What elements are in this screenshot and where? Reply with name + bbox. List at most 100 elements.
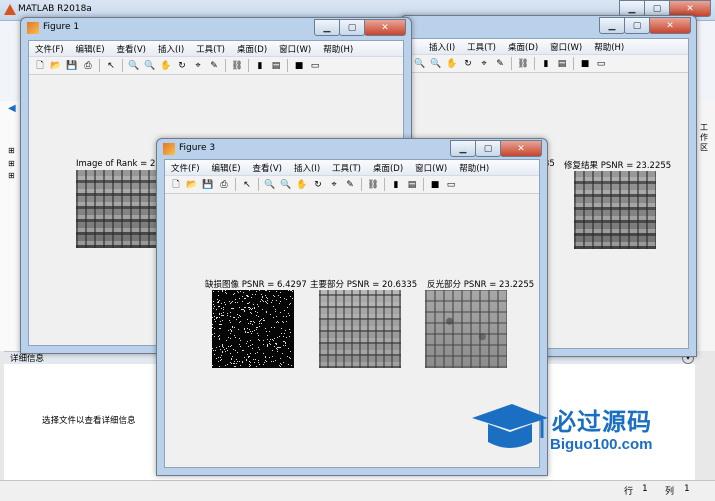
noise-pixel xyxy=(213,301,214,302)
close-icon[interactable]: ✕ xyxy=(364,19,406,36)
noise-pixel xyxy=(252,308,253,309)
colorbar-icon[interactable]: ▮ xyxy=(390,179,402,191)
new-file-icon[interactable]: 🗋 xyxy=(170,179,182,191)
noise-pixel xyxy=(258,335,259,336)
link-icon[interactable]: ⛓ xyxy=(231,60,243,72)
print-icon[interactable]: ⎙ xyxy=(82,60,94,72)
figure1-window-controls: ▁ ▢ ✕ xyxy=(314,19,406,36)
menu-item-file[interactable]: 文件(F) xyxy=(171,162,200,174)
rotate-icon[interactable]: ↻ xyxy=(312,179,324,191)
noise-pixel xyxy=(231,331,232,332)
noise-pixel xyxy=(270,339,271,340)
pan-icon[interactable]: ✋ xyxy=(296,179,308,191)
menu-item-desktop[interactable]: 桌面(D) xyxy=(508,41,538,53)
menu-item-tools[interactable]: 工具(T) xyxy=(196,43,225,55)
maximize-icon[interactable]: ▢ xyxy=(339,19,365,36)
menu-item-help[interactable]: 帮助(H) xyxy=(323,43,353,55)
maximize-icon[interactable]: ▢ xyxy=(475,140,501,157)
legend-icon[interactable]: ▤ xyxy=(556,58,568,70)
noise-pixel xyxy=(252,331,253,332)
dock-icon[interactable]: ▭ xyxy=(595,58,607,70)
back-arrow-icon[interactable]: ◀ xyxy=(8,103,16,114)
close-icon[interactable]: ✕ xyxy=(649,17,691,34)
menu-item-insert[interactable]: 插入(I) xyxy=(294,162,320,174)
link-icon[interactable]: ⛓ xyxy=(517,58,529,70)
save-icon[interactable]: 💾 xyxy=(202,179,214,191)
colorbar-icon[interactable]: ▮ xyxy=(540,58,552,70)
save-icon[interactable]: 💾 xyxy=(66,60,78,72)
noise-pixel xyxy=(243,350,244,351)
menu-item-help[interactable]: 帮助(H) xyxy=(459,162,489,174)
tree-expand-icon[interactable]: ⊞ xyxy=(8,171,15,180)
zoom-in-icon[interactable]: 🔍 xyxy=(128,60,140,72)
noise-pixel xyxy=(254,308,255,309)
menu-item-desktop[interactable]: 桌面(D) xyxy=(237,43,267,55)
menu-item-tools[interactable]: 工具(T) xyxy=(467,41,496,53)
pan-icon[interactable]: ✋ xyxy=(446,58,458,70)
noise-pixel xyxy=(231,359,232,360)
menu-item-edit[interactable]: 编辑(E) xyxy=(76,43,105,55)
noise-pixel xyxy=(262,309,263,310)
zoom-in-icon[interactable]: 🔍 xyxy=(414,58,426,70)
menu-item-window[interactable]: 窗口(W) xyxy=(279,43,311,55)
colorbar-icon[interactable]: ▮ xyxy=(254,60,266,72)
minimize-icon[interactable]: ▁ xyxy=(314,19,340,36)
figure2-menubar: 插入(I) 工具(T) 桌面(D) 窗口(W) 帮助(H) xyxy=(409,39,688,55)
noise-pixel xyxy=(230,329,231,330)
figure2-window-controls: ▁ ▢ ✕ xyxy=(599,17,691,34)
data-cursor-icon[interactable]: ⌖ xyxy=(192,60,204,72)
open-icon[interactable]: 📂 xyxy=(186,179,198,191)
print-icon[interactable]: ⎙ xyxy=(218,179,230,191)
zoom-in-icon[interactable]: 🔍 xyxy=(264,179,276,191)
pan-icon[interactable]: ✋ xyxy=(160,60,172,72)
menu-item-tools-partial[interactable]: 插入(I) xyxy=(429,41,455,53)
hide-tools-icon[interactable]: ■ xyxy=(429,179,441,191)
data-cursor-icon[interactable]: ⌖ xyxy=(478,58,490,70)
legend-icon[interactable]: ▤ xyxy=(270,60,282,72)
menu-item-tools[interactable]: 工具(T) xyxy=(332,162,361,174)
minimize-icon[interactable]: ▁ xyxy=(599,17,625,34)
tree-expand-icon[interactable]: ⊞ xyxy=(8,146,15,155)
rotate-icon[interactable]: ↻ xyxy=(176,60,188,72)
open-icon[interactable]: 📂 xyxy=(50,60,62,72)
menu-item-help[interactable]: 帮助(H) xyxy=(594,41,624,53)
zoom-out-icon[interactable]: 🔍 xyxy=(430,58,442,70)
data-cursor-icon[interactable]: ⌖ xyxy=(328,179,340,191)
toolbar-separator xyxy=(287,59,288,72)
pointer-icon[interactable]: ↖ xyxy=(241,179,253,191)
noise-pixel xyxy=(251,309,252,310)
zoom-out-icon[interactable]: 🔍 xyxy=(280,179,292,191)
maximize-icon[interactable]: ▢ xyxy=(624,17,650,34)
tree-expand-icon[interactable]: ⊞ xyxy=(8,159,15,168)
noise-pixel xyxy=(226,293,227,294)
menu-item-window[interactable]: 窗口(W) xyxy=(550,41,582,53)
new-file-icon[interactable]: 🗋 xyxy=(34,60,46,72)
hide-tools-icon[interactable]: ■ xyxy=(293,60,305,72)
menu-item-window[interactable]: 窗口(W) xyxy=(415,162,447,174)
brush-icon[interactable]: ✎ xyxy=(208,60,220,72)
brush-icon[interactable]: ✎ xyxy=(494,58,506,70)
dock-icon[interactable]: ▭ xyxy=(445,179,457,191)
minimize-icon[interactable]: ▁ xyxy=(450,140,476,157)
link-icon[interactable]: ⛓ xyxy=(367,179,379,191)
menu-item-edit[interactable]: 编辑(E) xyxy=(212,162,241,174)
brush-icon[interactable]: ✎ xyxy=(344,179,356,191)
close-icon[interactable]: ✕ xyxy=(500,140,542,157)
hide-tools-icon[interactable]: ■ xyxy=(579,58,591,70)
noise-pixel xyxy=(219,338,220,339)
pointer-icon[interactable]: ↖ xyxy=(105,60,117,72)
menu-item-view[interactable]: 查看(V) xyxy=(253,162,282,174)
noise-pixel xyxy=(214,319,215,320)
noise-pixel xyxy=(222,291,223,292)
legend-icon[interactable]: ▤ xyxy=(406,179,418,191)
noise-pixel xyxy=(247,341,248,342)
zoom-out-icon[interactable]: 🔍 xyxy=(144,60,156,72)
menu-item-desktop[interactable]: 桌面(D) xyxy=(373,162,403,174)
workspace-label[interactable]: 工作区 xyxy=(700,123,710,153)
rotate-icon[interactable]: ↻ xyxy=(462,58,474,70)
menu-item-view[interactable]: 查看(V) xyxy=(117,43,146,55)
menu-item-file[interactable]: 文件(F) xyxy=(35,43,64,55)
dock-icon[interactable]: ▭ xyxy=(309,60,321,72)
noise-pixel xyxy=(284,333,285,334)
menu-item-insert[interactable]: 插入(I) xyxy=(158,43,184,55)
